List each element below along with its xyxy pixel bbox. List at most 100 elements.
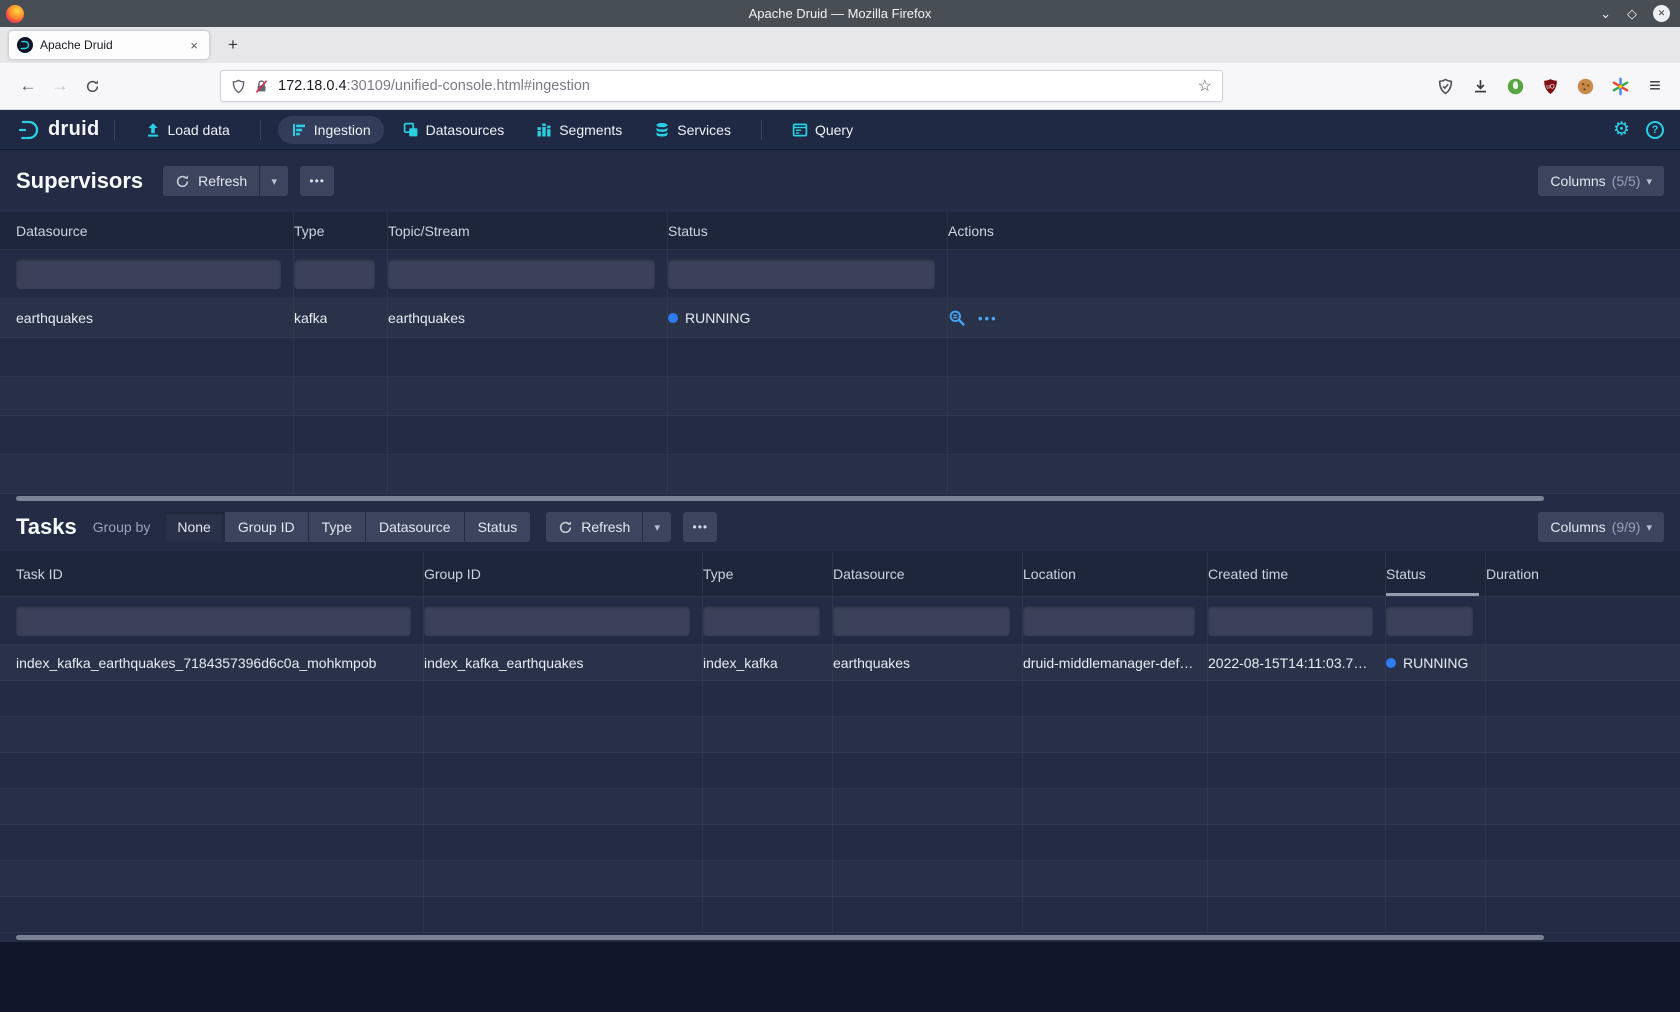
nav-item-load-data[interactable]: Load data [132,116,243,144]
supervisors-filter-row [0,250,1680,299]
task-status-filter-input[interactable] [1386,606,1473,636]
nav-label-segments: Segments [559,122,622,138]
browser-tab[interactable]: Apache Druid × [9,31,209,59]
group-by-type-button[interactable]: Type [309,512,365,542]
header-task-id[interactable]: Task ID [16,551,424,596]
brand-name: druid [48,118,100,141]
header-created-time[interactable]: Created time [1208,551,1386,596]
supervisors-hscrollbar[interactable] [0,494,1680,503]
nav-item-datasources[interactable]: Datasources [390,116,518,144]
task-group-id-cell: index_kafka_earthquakes [424,645,703,680]
nav-item-ingestion[interactable]: Ingestion [278,116,384,144]
task-created-time-cell: 2022-08-15T14:11:03.740Z [1208,645,1386,680]
header-status-sorted[interactable]: Status [1386,551,1486,596]
header-status[interactable]: Status [668,212,948,249]
bookmark-star-icon[interactable]: ☆ [1198,76,1212,96]
nav-item-services[interactable]: Services [641,116,744,144]
group-by-status-button[interactable]: Status [465,512,531,542]
tasks-refresh-button[interactable]: Refresh [546,512,642,542]
window-maximize-button[interactable]: ◇ [1627,7,1637,20]
columns-count: (9/9) [1612,519,1641,535]
window-titlebar: Apache Druid — Mozilla Firefox ⌄ ◇ ✕ [0,0,1680,27]
help-icon[interactable]: ? [1646,121,1664,139]
group-by-none-button[interactable]: None [164,512,223,542]
supervisors-more-button[interactable]: ••• [300,166,334,196]
row-more-actions-icon[interactable]: ••• [978,311,998,326]
nav-divider [761,120,762,140]
scrollbar-thumb[interactable] [16,496,1544,501]
header-group-id[interactable]: Group ID [424,551,703,596]
settings-gear-icon[interactable]: ⚙ [1613,120,1630,139]
datasource-filter-input[interactable] [16,259,281,289]
refresh-icon [175,174,190,189]
tracking-shield-icon[interactable] [231,79,246,94]
tasks-hscrollbar[interactable] [0,933,1680,942]
url-bar[interactable]: 172.18.0.4:30109/unified-console.html#in… [220,70,1223,102]
window-minimize-button[interactable]: ⌄ [1600,7,1611,20]
header-topic-stream[interactable]: Topic/Stream [388,212,668,249]
header-location[interactable]: Location [1023,551,1208,596]
new-tab-button[interactable]: + [219,31,247,59]
back-button[interactable]: ← [12,70,44,102]
supervisors-columns-button[interactable]: Columns (5/5) ▾ [1538,166,1664,196]
group-id-filter-input[interactable] [424,606,690,636]
supervisor-row[interactable]: earthquakes kafka earthquakes RUNNING ••… [0,299,1680,338]
ublock-extension-icon[interactable]: uO [1539,75,1561,97]
tasks-refresh-caret-button[interactable]: ▾ [643,512,671,542]
colorful-asterisk-extension-icon[interactable] [1609,75,1631,97]
status-text: RUNNING [685,310,750,326]
task-type-cell: index_kafka [703,645,833,680]
columns-label: Columns [1550,519,1605,535]
chevron-down-icon: ▾ [1646,175,1652,188]
nav-item-segments[interactable]: Segments [523,116,635,144]
window-title: Apache Druid — Mozilla Firefox [0,6,1680,21]
supervisors-refresh-caret-button[interactable]: ▾ [260,166,288,196]
task-datasource-filter-input[interactable] [833,606,1010,636]
task-row[interactable]: index_kafka_earthquakes_7184357396d6c0a_… [0,645,1680,681]
supervisor-topic-cell: earthquakes [388,299,668,337]
task-type-filter-input[interactable] [703,606,820,636]
tasks-toolbar: Tasks Group by None Group ID Type Dataso… [0,503,1680,551]
header-type[interactable]: Type [703,551,833,596]
group-by-group-id-button[interactable]: Group ID [225,512,308,542]
tasks-columns-button[interactable]: Columns (9/9) ▾ [1538,512,1664,542]
window-close-button[interactable]: ✕ [1653,5,1670,22]
task-id-filter-input[interactable] [16,606,411,636]
cookie-extension-icon[interactable] [1574,75,1596,97]
location-filter-input[interactable] [1023,606,1195,636]
magnify-actions-icon[interactable] [948,309,966,327]
supervisors-refresh-button[interactable]: Refresh [163,166,259,196]
header-actions: Actions [948,212,1680,249]
scrollbar-thumb[interactable] [16,935,1544,940]
tasks-more-button[interactable]: ••• [683,512,717,542]
menu-button[interactable]: ≡ [1644,75,1666,97]
status-filter-input[interactable] [668,259,935,289]
nav-label-load-data: Load data [168,122,230,138]
nav-item-query[interactable]: Query [779,116,866,144]
supervisor-status-cell: RUNNING [668,299,948,337]
task-status-cell: RUNNING [1386,645,1486,680]
forward-button[interactable]: → [44,70,76,102]
topic-stream-filter-input[interactable] [388,259,655,289]
ingestion-icon [291,122,307,138]
header-datasource[interactable]: Datasource [833,551,1023,596]
shield-check-extension-icon[interactable] [1434,75,1456,97]
created-time-filter-input[interactable] [1208,606,1373,636]
running-status-dot [1386,658,1396,668]
task-duration-cell [1486,645,1680,680]
header-type[interactable]: Type [294,212,388,249]
query-icon [792,122,808,138]
header-duration[interactable]: Duration [1486,551,1680,596]
header-datasource[interactable]: Datasource [16,212,294,249]
download-icon[interactable] [1469,75,1491,97]
group-by-datasource-button[interactable]: Datasource [366,512,464,542]
nav-label-datasources: Datasources [426,122,505,138]
supervisors-header-row: Datasource Type Topic/Stream Status Acti… [0,212,1680,250]
green-extension-icon[interactable] [1504,75,1526,97]
reload-button[interactable] [76,70,108,102]
type-filter-input[interactable] [294,259,375,289]
tasks-filter-row [0,597,1680,645]
insecure-lock-icon[interactable] [254,79,269,94]
tab-close-icon[interactable]: × [187,38,201,53]
druid-logo[interactable]: druid [16,117,100,143]
